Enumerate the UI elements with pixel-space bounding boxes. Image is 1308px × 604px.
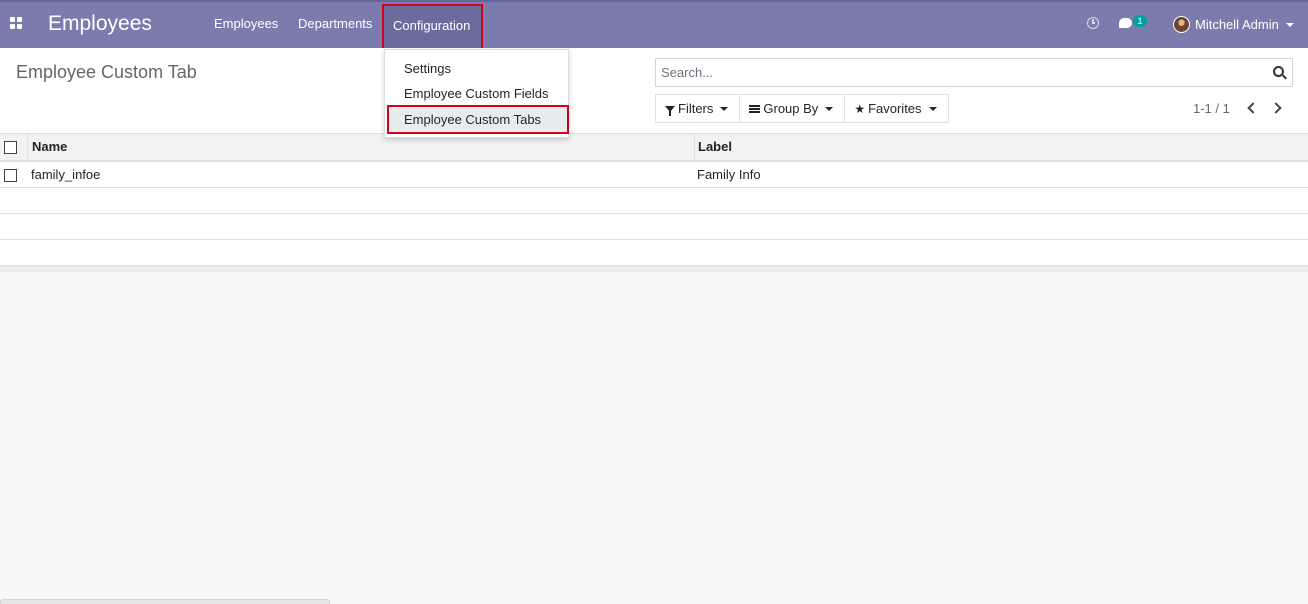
dropdown-item-settings[interactable]: Settings [404, 61, 451, 76]
control-panel: Employee Custom Tab Filters Group By ★ F… [0, 48, 1308, 134]
favorites-button[interactable]: ★ Favorites [845, 95, 947, 122]
user-menu[interactable]: Mitchell Admin [1195, 17, 1279, 32]
pager-previous-icon[interactable] [1247, 102, 1259, 114]
column-separator [27, 134, 28, 160]
filters-button[interactable]: Filters [656, 95, 741, 122]
horizontal-scrollbar[interactable] [0, 599, 330, 604]
filter-icon [665, 105, 675, 116]
apps-grid-icon[interactable] [10, 17, 23, 30]
list-header: Name Label [0, 134, 1308, 162]
empty-row [0, 214, 1308, 240]
menu-employees[interactable]: Employees [214, 16, 278, 31]
chat-badge: 1 [1133, 15, 1147, 27]
chat-icon[interactable] [1119, 18, 1132, 28]
group-by-label: Group By [763, 101, 819, 116]
dropdown-item-employee-custom-tabs[interactable]: Employee Custom Tabs [387, 105, 569, 134]
page-title: Employee Custom Tab [16, 62, 197, 82]
dropdown-item-employee-custom-tabs-label: Employee Custom Tabs [404, 112, 542, 127]
top-navbar: Employees Employees Departments Configur… [0, 0, 1308, 51]
list-icon [749, 104, 761, 113]
column-header-label[interactable]: Label [698, 134, 732, 160]
search-box[interactable] [655, 58, 1293, 87]
select-all-checkbox[interactable] [4, 141, 17, 154]
menu-configuration-label: Configuration [393, 18, 471, 33]
app-title: Employees [48, 12, 152, 35]
search-options: Filters Group By ★ Favorites [655, 94, 949, 123]
favorites-label: Favorites [868, 101, 922, 116]
pager-value[interactable]: 1-1 / 1 [1193, 101, 1230, 116]
clock-icon[interactable] [1087, 17, 1099, 29]
search-icon[interactable] [1273, 66, 1284, 77]
menu-departments[interactable]: Departments [298, 16, 372, 31]
list-view: Name Label family_infoe Family Info [0, 134, 1308, 272]
column-header-name[interactable]: Name [32, 134, 67, 160]
pager-next-icon[interactable] [1270, 102, 1282, 114]
star-icon: ★ [854, 101, 866, 116]
row-checkbox[interactable] [4, 169, 17, 182]
user-menu-caret-icon[interactable] [1286, 23, 1294, 27]
caret-down-icon [720, 106, 729, 111]
empty-row [0, 240, 1308, 266]
table-row[interactable]: family_infoe Family Info [0, 162, 1308, 188]
group-by-button[interactable]: Group By [740, 95, 846, 122]
search-input[interactable] [656, 59, 1256, 86]
caret-down-icon [928, 106, 937, 111]
column-separator [694, 134, 695, 160]
row-label-cell[interactable]: Family Info [697, 162, 761, 188]
dropdown-item-employee-custom-fields[interactable]: Employee Custom Fields [404, 86, 549, 101]
row-name-cell[interactable]: family_infoe [31, 162, 100, 188]
list-footer [0, 266, 1308, 272]
empty-row [0, 188, 1308, 214]
menu-configuration[interactable]: Configuration [382, 4, 483, 51]
user-avatar[interactable] [1173, 16, 1190, 33]
filters-label: Filters [678, 101, 714, 116]
caret-down-icon [825, 106, 834, 111]
